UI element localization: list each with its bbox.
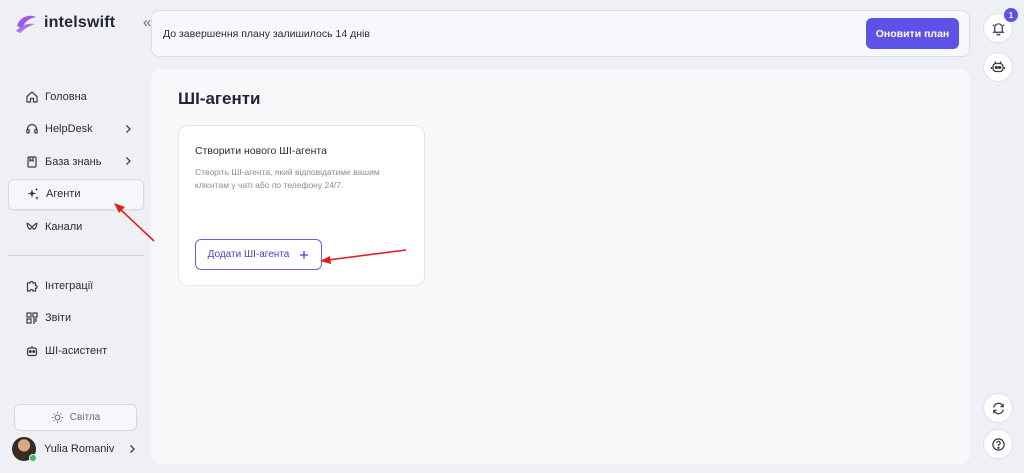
trial-remaining-text: До завершення плану залишилось 14 днів [163,28,370,40]
ai-assistant-button[interactable] [983,52,1013,82]
sidebar-item-home[interactable]: Головна [8,81,144,112]
sidebar-item-label: Агенти [46,188,81,200]
logo[interactable]: intelswift [14,12,115,34]
refresh-icon [992,402,1004,414]
sidebar-item-label: Інтеграції [45,279,94,292]
brand-name: intelswift [44,14,116,31]
sidebar-item-reports[interactable]: Звіти [8,303,144,334]
secondary-nav: Інтеграції Звіти ШІ-асистент [8,270,144,368]
sidebar-item-label: ШІ-асистент [45,344,108,357]
robot-icon [990,61,1006,73]
main-content: ШІ-агенти Створити нового ШІ-агента Ство… [151,69,970,464]
sun-icon [51,411,63,424]
sidebar-item-agents[interactable]: Агенти [8,178,144,210]
notifications-button[interactable]: 1 [983,8,1018,43]
user-name: Yulia Romaniv [44,443,115,455]
headset-icon [24,121,40,137]
chevron-right-icon [126,124,131,133]
help-icon [991,437,1005,451]
theme-toggle-button[interactable]: Світла [14,404,137,431]
channels-icon [24,219,40,235]
sync-button[interactable] [983,393,1013,423]
avatar [12,437,37,462]
page-title: ШІ-агенти [178,89,261,108]
add-ai-agent-button[interactable]: Додати ШІ-агента [195,239,322,270]
sidebar-item-label: Головна [45,90,87,103]
add-ai-agent-label: Додати ШІ-агента [207,249,290,260]
notification-badge: 1 [1004,8,1018,22]
reports-icon [24,310,40,326]
upgrade-plan-button[interactable]: Оновити план [866,18,959,49]
chevron-right-icon [130,445,136,453]
chevron-right-icon [126,157,131,165]
puzzle-icon [24,278,40,294]
home-icon [24,89,40,105]
card-description: Створіть ШІ-агента, який відповідатиме в… [195,167,380,190]
sidebar-item-label: Канали [45,220,83,233]
sidebar-item-label: HelpDesk [45,123,93,135]
card-title: Створити нового ШІ-агента [195,145,327,157]
book-icon [24,154,40,170]
plan-banner: До завершення плану залишилось 14 днів О… [151,10,970,57]
right-toolbar: 1 [980,0,1024,473]
user-profile[interactable]: Yulia Romaniv [12,437,138,462]
sidebar-item-channels[interactable]: Канали [8,211,144,242]
bell-icon [991,22,1005,36]
online-status-dot [29,454,37,462]
sidebar-item-ai-assistant[interactable]: ШІ-асистент [8,335,144,366]
sidebar-item-label: База знань [45,155,102,168]
intelswift-logo-icon [16,15,36,33]
theme-label: Світла [69,412,101,423]
sparkles-icon [25,186,41,202]
plus-icon [300,250,309,259]
sidebar-item-helpdesk[interactable]: HelpDesk [8,114,144,145]
create-agent-card: Створити нового ШІ-агента Створіть ШІ-аг… [178,125,425,286]
sidebar-item-integrations[interactable]: Інтеграції [8,270,144,301]
sidebar-item-label: Звіти [45,312,72,324]
sidebar-item-knowledge-base[interactable]: База знань [8,146,144,177]
robot-icon [24,343,40,359]
primary-nav: Головна HelpDesk База знань Агенти Канал… [8,81,144,244]
sidebar-divider [8,255,144,256]
help-button[interactable] [983,429,1013,459]
sidebar: intelswift « Головна HelpDesk База знань [0,0,151,473]
